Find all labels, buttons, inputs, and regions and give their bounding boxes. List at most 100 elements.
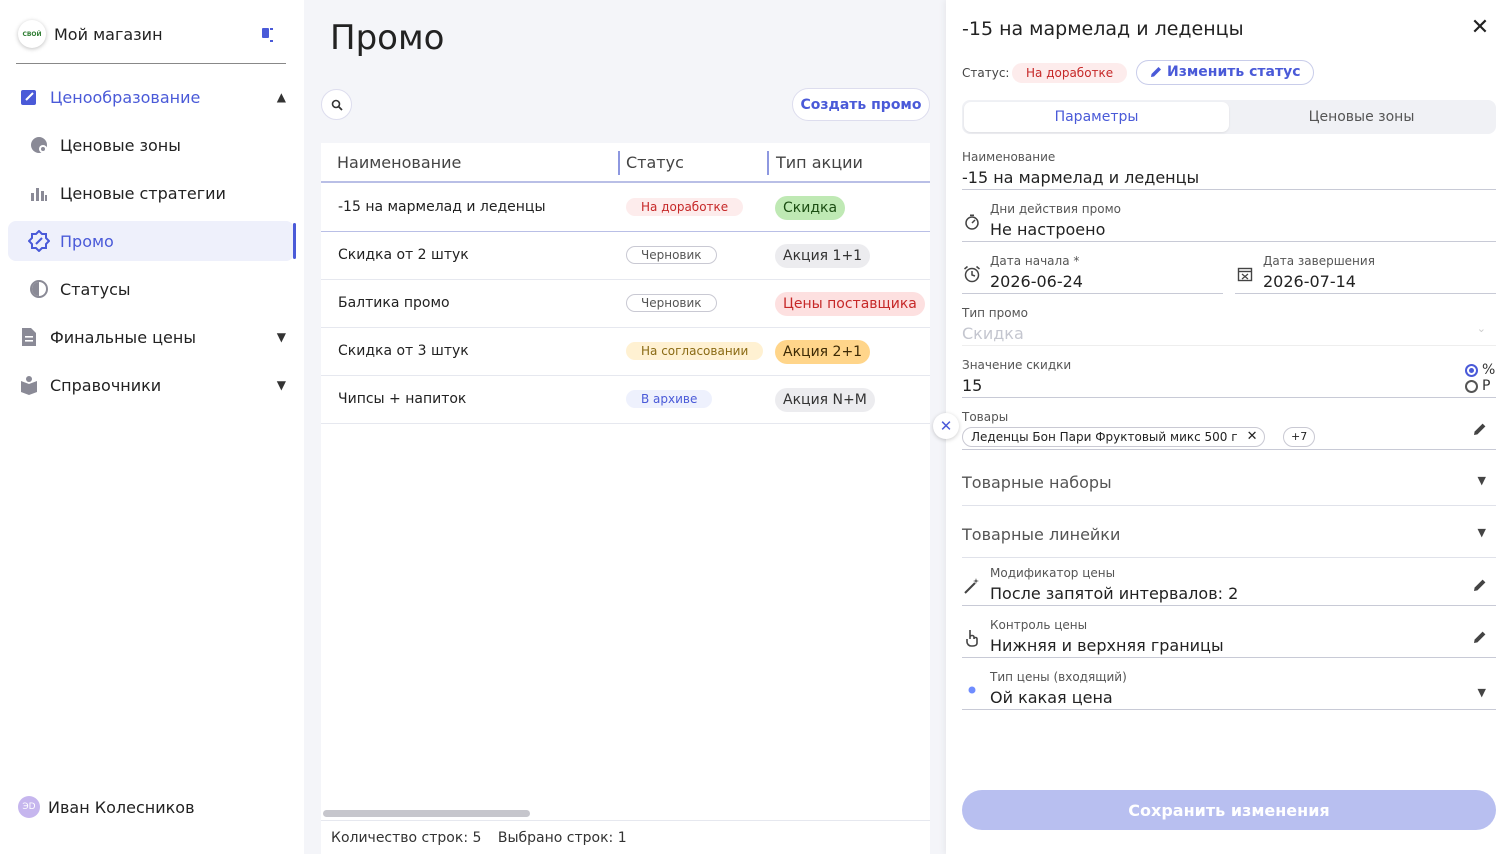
pointer-hand-icon xyxy=(962,628,982,648)
tab-price-zones[interactable]: Ценовые зоны xyxy=(1229,102,1494,132)
radio-label: % xyxy=(1482,362,1496,378)
field-label: Значение скидки xyxy=(962,358,1072,372)
field-value: Не настроено xyxy=(990,220,1106,239)
pencil-icon[interactable] xyxy=(1472,577,1488,597)
drawer-tabs: Параметры Ценовые зоны xyxy=(962,100,1496,134)
search-icon xyxy=(331,99,343,111)
promo-type-tag: Цены поставщика xyxy=(775,292,925,316)
field-value: 2026-07-14 xyxy=(1263,272,1356,291)
promo-days-field[interactable]: Дни действия промо Не настроено xyxy=(962,200,1496,242)
sidebar-item-pricing[interactable]: Ценообразование ▲ xyxy=(8,77,294,117)
search-button[interactable] xyxy=(321,89,352,120)
pricing-icon xyxy=(18,86,40,108)
goods-field[interactable]: Товары Леденцы Бон Пари Фруктовый микс 5… xyxy=(962,408,1496,450)
rows-count: Количество строк: 5 xyxy=(331,830,482,846)
brand-header: СВОЙ Мой магазин xyxy=(16,18,286,64)
table-header: Наименование Статус Тип акции xyxy=(321,143,930,183)
sidebar-item-price-zones[interactable]: Ценовые зоны xyxy=(8,125,294,165)
radio-dot xyxy=(1465,363,1478,377)
promo-table: Наименование Статус Тип акции -15 на мар… xyxy=(321,143,930,820)
price-control-field[interactable]: Контроль цены Нижняя и верхняя границы xyxy=(962,616,1496,658)
column-header-status[interactable]: Статус xyxy=(626,153,684,172)
price-type-select[interactable]: Тип цены (входящий) Ой какая цена ▼ xyxy=(962,668,1496,710)
field-value: 15 xyxy=(962,376,983,395)
goods-chip[interactable]: Леденцы Бон Пари Фруктовый микс 500 г ✕ xyxy=(962,427,1265,447)
promo-type-tag: Акция 1+1 xyxy=(775,244,871,268)
discount-value-field[interactable]: Значение скидки 15 % Р xyxy=(962,356,1496,398)
pencil-icon[interactable] xyxy=(1472,629,1488,649)
user-profile[interactable]: ЭD Иван Колесников xyxy=(18,796,195,818)
table-row[interactable]: Чипсы + напиток В архиве Акция N+M xyxy=(321,376,930,424)
field-label: Модификатор цены xyxy=(990,566,1116,580)
main-content: Промо Создать промо Наименование Статус … xyxy=(304,0,946,854)
sidebar-item-promo[interactable]: Промо xyxy=(8,221,296,261)
field-value: Скидка xyxy=(962,324,1024,343)
sidebar-item-label: Промо xyxy=(60,231,114,251)
field-label: Тип промо xyxy=(962,306,1028,320)
accordion-label: Товарные линейки xyxy=(962,525,1121,544)
radio-label: Р xyxy=(1482,378,1491,394)
dot-icon xyxy=(962,680,982,700)
field-value: 2026-06-24 xyxy=(990,272,1083,291)
collapse-sidebar-icon[interactable] xyxy=(260,26,276,42)
field-label: Дата начала * xyxy=(990,254,1080,268)
table-row[interactable]: Скидка от 3 штук На согласовании Акция 2… xyxy=(321,328,930,376)
sidebar-item-directories[interactable]: Справочники ▼ xyxy=(8,365,294,405)
chevron-down-icon: ▼ xyxy=(276,330,286,344)
close-icon[interactable]: ✕ xyxy=(1468,16,1492,40)
pencil-icon[interactable] xyxy=(1472,421,1488,441)
field-label: Наименование xyxy=(962,150,1056,164)
field-label: Дни действия промо xyxy=(990,202,1122,216)
calendar-icon xyxy=(1235,264,1255,284)
column-header-type[interactable]: Тип акции xyxy=(776,153,863,172)
document-icon xyxy=(18,326,40,348)
column-header-name[interactable]: Наименование xyxy=(337,153,461,172)
close-drawer-icon[interactable]: ✕ xyxy=(933,413,959,439)
table-row[interactable]: Балтика промо Черновик Цены поставщика xyxy=(321,280,930,328)
table-row[interactable]: -15 на мармелад и леденцы На доработке С… xyxy=(321,184,930,232)
field-value: Нижняя и верхняя границы xyxy=(990,636,1224,655)
field-label: Товары xyxy=(962,410,1009,424)
status-badge: Черновик xyxy=(626,294,717,312)
product-sets-accordion[interactable]: Товарные наборы ▼ xyxy=(962,456,1496,506)
discount-badge-icon xyxy=(28,230,50,252)
chevron-up-icon: ▲ xyxy=(276,90,286,104)
promo-details-drawer: -15 на мармелад и леденцы ✕ Статус: На д… xyxy=(946,0,1511,854)
sidebar-item-statuses[interactable]: Статусы xyxy=(8,269,294,309)
name-field[interactable]: Наименование -15 на мармелад и леденцы xyxy=(962,148,1496,190)
cell-name: Скидка от 2 штук xyxy=(338,247,469,263)
end-date-field[interactable]: Дата завершения 2026-07-14 xyxy=(1235,252,1496,294)
radio-rub[interactable]: Р xyxy=(1465,378,1490,394)
radio-percent[interactable]: % xyxy=(1465,362,1495,378)
store-name: Мой магазин xyxy=(54,25,163,44)
sidebar-item-label: Справочники xyxy=(50,375,162,395)
status-badge: На доработке xyxy=(626,198,744,216)
sidebar-item-label: Ценовые стратегии xyxy=(60,183,226,203)
tab-parameters[interactable]: Параметры xyxy=(964,102,1229,132)
cell-name: Балтика промо xyxy=(338,295,450,311)
change-status-label: Изменить статус xyxy=(1167,64,1301,80)
status-label: Статус: xyxy=(962,66,1010,80)
sidebar-item-final-prices[interactable]: Финальные цены ▼ xyxy=(8,317,294,357)
magic-wand-icon xyxy=(962,576,982,596)
chip-remove-icon[interactable]: ✕ xyxy=(1247,428,1258,446)
more-goods-chip[interactable]: +7 xyxy=(1283,427,1316,447)
create-promo-button[interactable]: Создать промо xyxy=(792,88,930,121)
cell-name: -15 на мармелад и леденцы xyxy=(338,199,546,215)
field-value: -15 на мармелад и леденцы xyxy=(962,168,1200,187)
product-lines-accordion[interactable]: Товарные линейки ▼ xyxy=(962,508,1496,558)
start-date-field[interactable]: Дата начала * 2026-06-24 xyxy=(962,252,1223,294)
sidebar-item-label: Финальные цены xyxy=(50,327,196,347)
column-resize-handle[interactable] xyxy=(618,151,620,175)
price-modifier-field[interactable]: Модификатор цены После запятой интервало… xyxy=(962,564,1496,606)
sidebar-item-price-strategies[interactable]: Ценовые стратегии xyxy=(8,173,294,213)
table-row[interactable]: Скидка от 2 штук Черновик Акция 1+1 xyxy=(321,232,930,280)
cell-name: Скидка от 3 штук xyxy=(338,343,469,359)
chip-label: Леденцы Бон Пари Фруктовый микс 500 г xyxy=(971,430,1238,444)
sidebar: СВОЙ Мой магазин Ценообразование ▲ Ценов… xyxy=(0,0,304,854)
column-resize-handle[interactable] xyxy=(767,151,769,175)
save-changes-button[interactable]: Сохранить изменения xyxy=(962,790,1496,830)
change-status-button[interactable]: Изменить статус xyxy=(1136,60,1314,85)
chevron-down-icon: ▼ xyxy=(1477,526,1486,539)
horizontal-scrollbar[interactable] xyxy=(323,810,530,817)
